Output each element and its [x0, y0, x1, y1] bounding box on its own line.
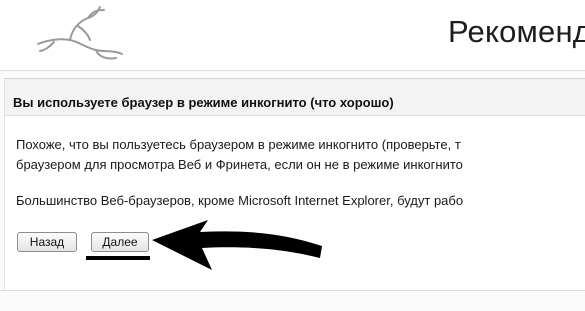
bottom-divider — [0, 290, 585, 291]
paragraph-line: браузером для просмотра Веб и Фринета, е… — [16, 157, 463, 172]
info-paragraph: Похоже, что вы пользуетесь браузером в р… — [16, 135, 463, 175]
next-button-underline-annotation — [86, 256, 150, 260]
header: Рекоменд — [0, 0, 585, 70]
paragraph-line: Большинство Веб-браузеров, кроме Microso… — [16, 193, 464, 208]
page-title: Рекоменд — [448, 14, 585, 49]
panel-title: Вы используете браузер в режиме инкогнит… — [13, 95, 394, 110]
rabbit-logo-icon — [37, 6, 123, 60]
page: Рекоменд Вы используете браузер в режиме… — [0, 0, 585, 311]
pointer-arrow-icon — [152, 220, 322, 270]
back-button[interactable]: Назад — [17, 232, 77, 252]
browser-note-paragraph: Большинство Веб-браузеров, кроме Microso… — [16, 191, 463, 211]
next-button[interactable]: Далее — [91, 232, 149, 252]
header-divider — [0, 70, 585, 71]
paragraph-line: Похоже, что вы пользуетесь браузером в р… — [16, 137, 461, 152]
panel-title-bar: Вы используете браузер в режиме инкогнит… — [5, 79, 585, 116]
